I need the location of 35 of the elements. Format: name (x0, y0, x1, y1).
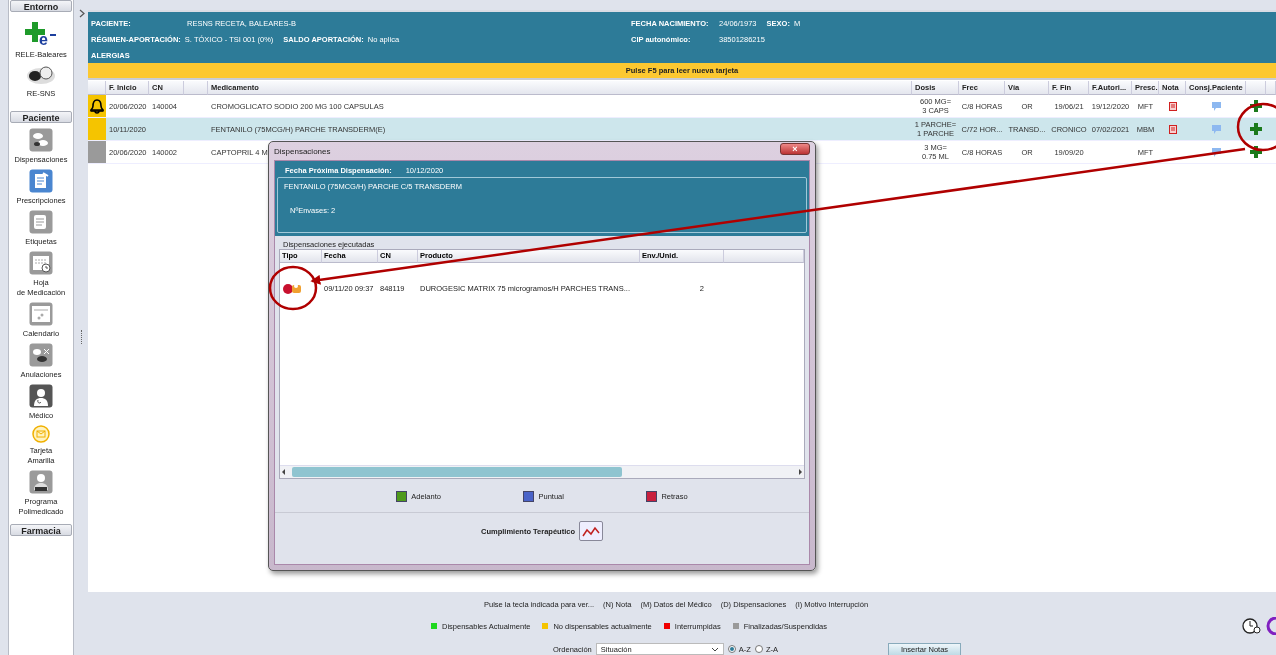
column-header (88, 81, 106, 95)
pills-icon[interactable] (29, 128, 53, 152)
plus-icon[interactable] (1250, 123, 1262, 135)
section-header[interactable]: Entorno (10, 0, 72, 12)
section-header[interactable]: Paciente (10, 111, 72, 123)
line-chart-button[interactable] (579, 521, 603, 541)
bell-icon (90, 98, 104, 114)
prescription-pad-icon[interactable] (29, 169, 53, 193)
plus-icon[interactable] (1250, 100, 1262, 112)
label-stack-icon[interactable] (29, 210, 53, 234)
doctor-icon[interactable] (29, 384, 53, 408)
scroll-right-icon[interactable] (796, 468, 804, 476)
note-icon[interactable] (1168, 124, 1177, 134)
pills-cross-icon[interactable] (29, 343, 53, 367)
horizontal-scrollbar[interactable] (280, 465, 804, 478)
scroll-left-icon[interactable] (280, 468, 288, 476)
section-header[interactable]: Farmacia (10, 524, 72, 536)
plus-icon[interactable] (1250, 146, 1262, 158)
calendar-clock-icon[interactable] (29, 251, 53, 275)
annotation-circle (268, 265, 318, 311)
speech-bubble-icon[interactable] (1211, 147, 1221, 157)
radio-button[interactable] (754, 645, 763, 653)
column-header (184, 81, 208, 95)
radio-button[interactable] (727, 645, 736, 653)
note-icon[interactable] (1168, 101, 1177, 111)
person-badge-icon[interactable] (29, 470, 53, 494)
caret-icon[interactable] (710, 646, 719, 652)
dispensing-type-icon (282, 281, 304, 295)
splitter-handle[interactable] (80, 330, 84, 344)
calendar-icon[interactable] (29, 302, 53, 326)
expand-chevron-icon[interactable] (79, 9, 85, 18)
clock-icon[interactable] (1242, 617, 1262, 635)
pills-icon[interactable] (25, 64, 57, 86)
close-button[interactable]: × (780, 143, 810, 155)
dialog-title: Dispensaciones (274, 146, 331, 156)
